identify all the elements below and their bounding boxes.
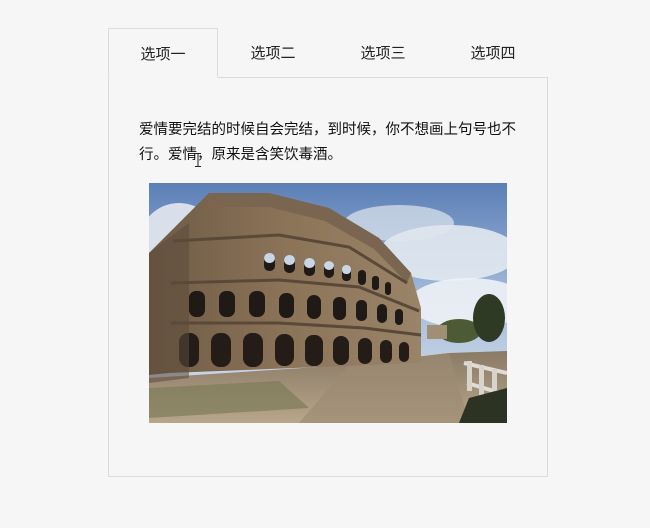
tab-option-1[interactable]: 选项一 (108, 28, 218, 78)
tab-option-4[interactable]: 选项四 (438, 28, 548, 77)
text-cursor-icon (195, 153, 201, 167)
tab-bar: 选项一 选项二 选项三 选项四 (108, 28, 548, 78)
tab-panel: 爱情要完结的时候自会完结，到时候，你不想画上句号也不行。爱情，原来是含笑饮毒酒。 (108, 77, 548, 477)
colosseum-photo (149, 183, 507, 423)
tab-option-3[interactable]: 选项三 (328, 28, 438, 77)
tab-option-2[interactable]: 选项二 (218, 28, 328, 77)
tabs-widget: 选项一 选项二 选项三 选项四 爱情要完结的时候自会完结，到时候，你不想画上句号… (108, 28, 548, 477)
